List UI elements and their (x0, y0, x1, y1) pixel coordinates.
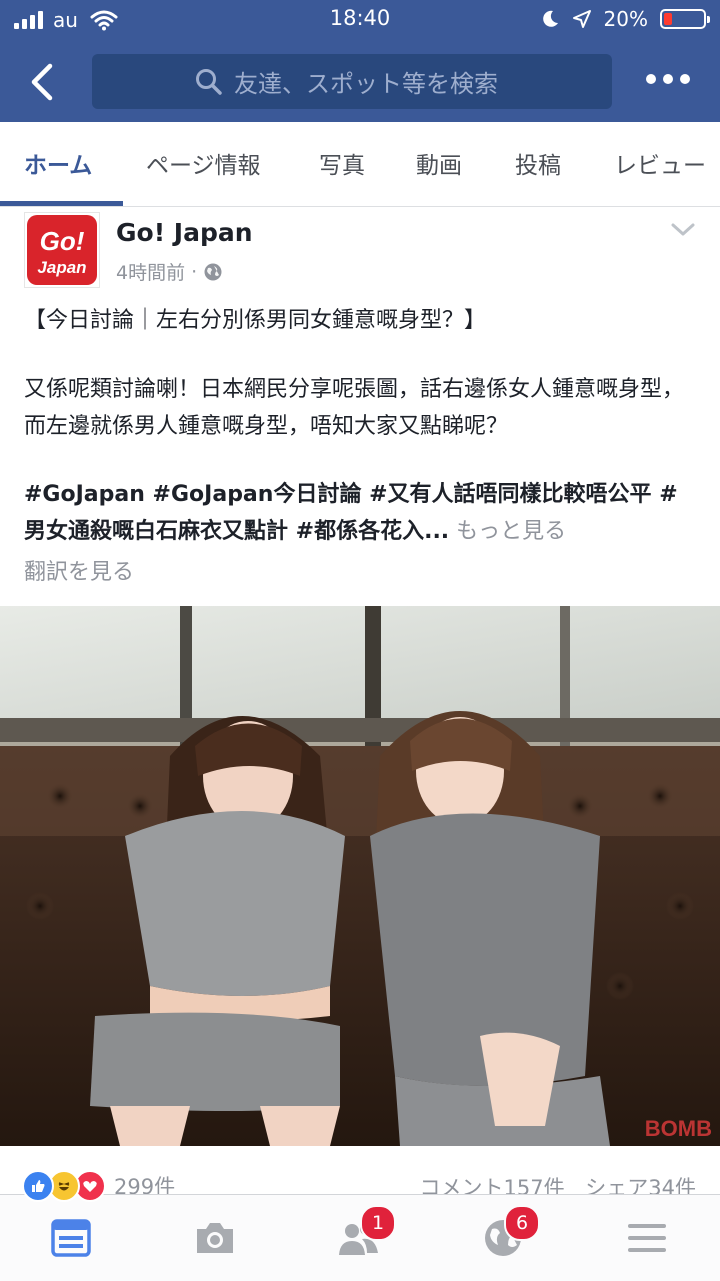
battery-icon (660, 9, 710, 29)
translate-link[interactable]: 翻訳を見る (24, 554, 134, 586)
moon-icon (542, 10, 558, 27)
tab-videos[interactable]: 動画 (416, 122, 462, 206)
page-avatar[interactable]: Go! Japan (24, 212, 100, 288)
tab-posts[interactable]: 投稿 (515, 122, 561, 206)
logo-text-go: Go! (40, 226, 85, 256)
menu-icon (628, 1224, 666, 1252)
post-time: 4時間前 (116, 262, 186, 284)
bottom-nav: 1 6 (0, 1194, 720, 1281)
news-feed-tab[interactable] (48, 1215, 94, 1261)
post-hashtags[interactable]: #GoJapan #GoJapan今日討論 #又有人話唔同樣比較唔公平 #男女通… (24, 482, 678, 544)
search-input[interactable]: 友達、スポット等を検索 (92, 54, 612, 109)
chevron-down-icon[interactable] (670, 222, 696, 238)
news-feed-icon (51, 1219, 91, 1257)
page-name[interactable]: Go! Japan (116, 218, 253, 247)
tab-page-info[interactable]: ページ情報 (146, 122, 261, 206)
go-japan-logo: Go! Japan (27, 215, 97, 285)
notifications-tab[interactable]: 6 (480, 1205, 540, 1261)
more-options-icon[interactable] (646, 74, 690, 84)
back-arrow-icon[interactable] (26, 60, 66, 104)
post-body: 又係呢類討論喇！日本網民分享呢張圖，話右邊係女人鍾意嘅身型，而左邊就係男人鍾意嘅… (24, 377, 685, 439)
like-reaction-icon (22, 1170, 54, 1202)
friends-badge: 1 (360, 1205, 396, 1241)
camera-tab[interactable] (192, 1215, 238, 1261)
friends-tab[interactable]: 1 (336, 1205, 396, 1261)
battery-percent: 20% (603, 7, 648, 31)
globe-icon (204, 263, 222, 280)
battery-level (664, 13, 672, 25)
search-icon (196, 68, 222, 95)
post-photo[interactable]: BOMB (0, 606, 720, 1146)
location-arrow-icon (572, 10, 591, 28)
tab-home[interactable]: ホーム (24, 122, 92, 206)
active-tab-indicator (0, 201, 123, 206)
page-tabs: ホーム ページ情報 写真 動画 投稿 レビュー (0, 122, 720, 207)
search-placeholder: 友達、スポット等を検索 (234, 70, 498, 98)
svg-text:BOMB: BOMB (645, 1116, 712, 1141)
notifications-badge: 6 (504, 1205, 540, 1241)
menu-tab[interactable] (624, 1215, 670, 1261)
post-meta: 4時間前 · (116, 258, 223, 285)
tab-reviews[interactable]: レビュー (614, 122, 706, 206)
app-header: au 18:40 20% 友達、スポット等を検索 (0, 0, 720, 122)
logo-text-japan: Japan (37, 258, 86, 277)
camera-icon (197, 1223, 233, 1253)
post-hashtags-block: #GoJapan #GoJapan今日討論 #又有人話唔同樣比較唔公平 #男女通… (24, 476, 696, 550)
status-right: 20% (540, 6, 710, 32)
post-title: 【今日討論｜左右分別係男同女鍾意嘅身型？】 (24, 308, 487, 333)
tab-photos[interactable]: 写真 (319, 122, 365, 206)
see-more-link[interactable]: もっと見る (456, 519, 566, 544)
